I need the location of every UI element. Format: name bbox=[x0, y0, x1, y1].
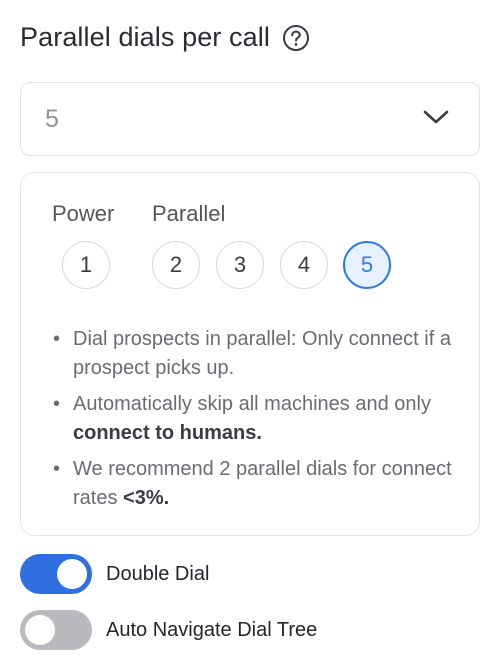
parallel-label: Parallel bbox=[152, 201, 226, 226]
dial-options-panel: Power Parallel 1 2 3 4 5 Dial prospects … bbox=[20, 172, 480, 536]
info-bullet-list: Dial prospects in parallel: Only connect… bbox=[53, 325, 463, 520]
double-dial-label: Double Dial bbox=[106, 562, 210, 585]
power-label: Power bbox=[52, 201, 115, 226]
question-circle-icon[interactable] bbox=[282, 24, 310, 52]
toggle-knob bbox=[25, 615, 55, 645]
info-bullet: Dial prospects in parallel: Only connect… bbox=[53, 325, 463, 383]
double-dial-row: Double Dial bbox=[20, 554, 209, 594]
section-header: Parallel dials per call bbox=[20, 22, 310, 53]
auto-navigate-row: Auto Navigate Dial Tree bbox=[20, 610, 317, 650]
chevron-down-icon bbox=[423, 109, 449, 130]
parallel-dials-select[interactable]: 5 bbox=[20, 82, 480, 156]
auto-navigate-label: Auto Navigate Dial Tree bbox=[106, 618, 318, 641]
dial-option-4[interactable]: 4 bbox=[280, 241, 328, 289]
dial-option-3[interactable]: 3 bbox=[216, 241, 264, 289]
dial-option-5[interactable]: 5 bbox=[343, 241, 391, 289]
double-dial-toggle[interactable] bbox=[20, 554, 92, 594]
toggle-knob bbox=[57, 559, 87, 589]
dial-option-2[interactable]: 2 bbox=[152, 241, 200, 289]
section-title: Parallel dials per call bbox=[20, 22, 270, 52]
auto-navigate-toggle[interactable] bbox=[20, 610, 92, 650]
info-bullet: Automatically skip all machines and only… bbox=[53, 390, 463, 448]
select-value: 5 bbox=[45, 104, 59, 133]
dial-option-1[interactable]: 1 bbox=[62, 241, 110, 289]
info-bullet: We recommend 2 parallel dials for connec… bbox=[53, 455, 463, 513]
